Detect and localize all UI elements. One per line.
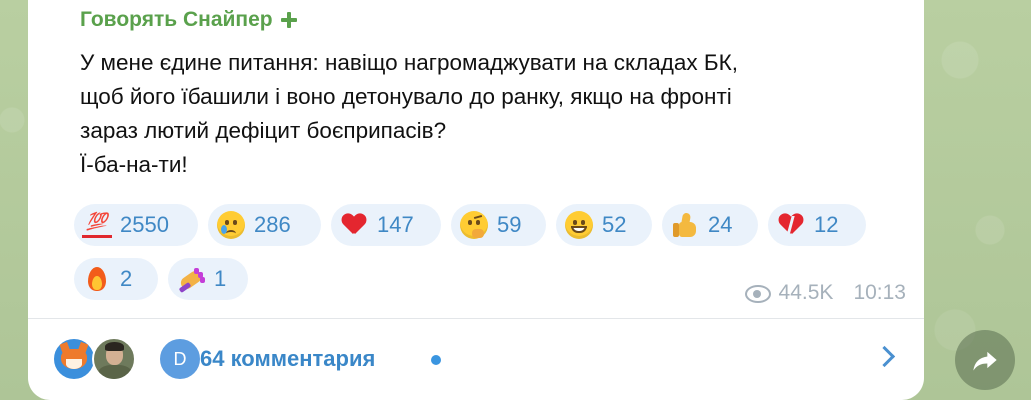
reaction-fire[interactable]: 2 <box>74 258 158 300</box>
commenter-avatar-photo <box>92 337 136 381</box>
reaction-nail-polish[interactable]: 1 <box>168 258 248 300</box>
comments-count-label: 64 комментария <box>200 346 376 371</box>
commenter-avatar-fox <box>52 337 96 381</box>
reaction-grinning[interactable]: 52 <box>556 204 652 246</box>
reaction-broken-heart[interactable]: 12 <box>768 204 866 246</box>
reaction-count: 2550 <box>120 212 169 237</box>
message-line: щоб його їбашили і воно детонувало до ра… <box>80 84 732 109</box>
reaction-thinking[interactable]: 59 <box>451 204 546 246</box>
reaction-count: 52 <box>602 212 627 237</box>
message-bubble[interactable]: Говорять Снайпер У мене єдине питання: н… <box>28 0 924 400</box>
reaction-count: 147 <box>377 212 414 237</box>
reaction-count: 24 <box>708 212 733 237</box>
comments-button[interactable]: D 64 комментария <box>28 319 924 400</box>
fire-emoji-icon <box>82 264 112 294</box>
red-heart-emoji-icon <box>339 210 369 240</box>
views-count: 44.5K <box>778 281 834 304</box>
reaction-count: 59 <box>497 212 522 237</box>
reaction-thumbs-up[interactable]: 24 <box>662 204 758 246</box>
reaction-hundred[interactable]: 💯 2550 <box>74 204 198 246</box>
hundred-points-emoji-icon: 💯 <box>82 213 112 238</box>
message-line: У мене єдине питання: навіщо нагромаджув… <box>80 50 738 75</box>
chevron-right-icon <box>873 345 896 368</box>
unread-dot-icon <box>431 355 441 365</box>
sender-name[interactable]: Говорять Снайпер <box>80 8 297 32</box>
message-time: 10:13 <box>853 281 906 304</box>
reaction-heart[interactable]: 147 <box>331 204 441 246</box>
nail-polish-emoji-icon <box>176 264 206 294</box>
reaction-count: 2 <box>120 266 133 291</box>
message-line: зараз лютий дефіцит боєприпасів? <box>80 118 447 143</box>
views-eye-icon <box>744 285 771 303</box>
plus-icon <box>280 12 297 28</box>
grinning-face-emoji-icon <box>564 210 594 240</box>
thumbs-up-emoji-icon <box>670 210 700 240</box>
reaction-count: 12 <box>814 212 839 237</box>
commenter-avatar-letter: D <box>158 337 202 381</box>
broken-heart-emoji-icon <box>776 210 806 240</box>
sender-name-label: Говорять Снайпер <box>80 8 273 31</box>
share-button[interactable] <box>955 330 1015 390</box>
crying-face-emoji-icon <box>216 210 246 240</box>
share-arrow-icon <box>973 351 997 371</box>
message-line: Ї-ба-на-ти! <box>80 152 188 177</box>
reaction-count: 1 <box>214 266 227 291</box>
reaction-crying[interactable]: 286 <box>208 204 321 246</box>
message-meta: 44.5K 10:13 <box>744 281 906 305</box>
reaction-count: 286 <box>254 212 291 237</box>
message-text: У мене єдине питання: навіщо нагромаджув… <box>80 46 930 182</box>
thinking-face-emoji-icon <box>459 210 489 240</box>
